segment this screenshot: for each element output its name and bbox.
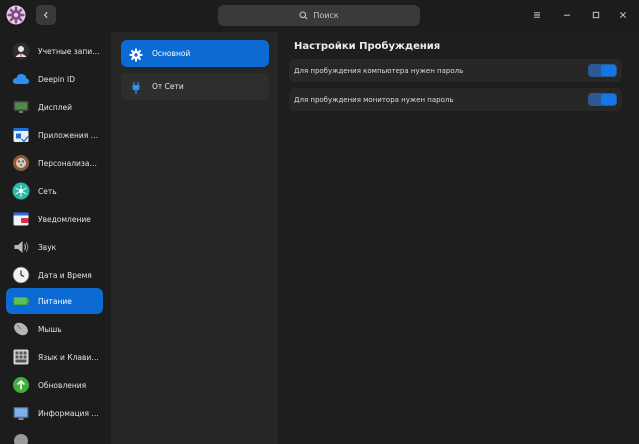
sidebar-item-updates[interactable]: Обновления [6, 372, 103, 398]
section-title: Настройки Пробуждения [294, 41, 441, 52]
cloud-icon [12, 70, 30, 88]
subnav-panel: Основной От Сети [111, 32, 278, 444]
sidebar-item-accounts[interactable]: Учетные записи [6, 38, 103, 64]
sidebar: Учетные записи Deepin ID Дисплей Приложе… [0, 36, 110, 444]
sidebar-item-sound[interactable]: Звук [6, 234, 103, 260]
keyboard-icon [12, 348, 30, 366]
chevron-left-icon [43, 11, 48, 19]
sidebar-item-display[interactable]: Дисплей [6, 94, 103, 120]
titlebar: Поиск [0, 0, 639, 32]
user-accounts-icon [12, 42, 30, 60]
sidebar-item-date-time[interactable]: Дата и Время [6, 262, 103, 288]
toggle-knob [601, 94, 616, 105]
close-button[interactable] [614, 6, 632, 24]
content-panel: Настройки Пробуждения Для пробуждения ко… [279, 32, 639, 444]
sidebar-item-partial[interactable] [6, 428, 103, 444]
speaker-icon [12, 238, 30, 256]
sidebar-item-keyboard-language[interactable]: Язык и Клавиатура [6, 344, 103, 370]
search-placeholder: Поиск [313, 11, 339, 20]
network-icon [12, 182, 30, 200]
back-button[interactable] [36, 5, 56, 25]
setting-row-monitor-wakeup-password: Для пробуждения монитора нужен пароль [289, 88, 622, 111]
setting-label: Для пробуждения монитора нужен пароль [294, 95, 454, 104]
maximize-icon [592, 11, 600, 19]
monitor-wakeup-password-toggle[interactable] [588, 93, 617, 106]
menu-button[interactable] [528, 6, 546, 24]
subnav-item-general[interactable]: Основной [121, 40, 269, 67]
sidebar-item-power[interactable]: Питание [6, 288, 103, 314]
sidebar-item-mouse[interactable]: Мышь [6, 316, 103, 342]
clock-icon [12, 266, 30, 284]
update-icon [12, 376, 30, 394]
search-icon [299, 11, 308, 20]
more-icon [12, 432, 30, 444]
notification-icon [12, 210, 30, 228]
gear-icon [129, 47, 143, 61]
subnav-item-plugged-in[interactable]: От Сети [121, 73, 269, 100]
maximize-button[interactable] [587, 6, 605, 24]
setting-label: Для пробуждения компьютера нужен пароль [294, 66, 464, 75]
computer-wakeup-password-toggle[interactable] [588, 64, 617, 77]
control-center-app-icon [5, 4, 27, 26]
sidebar-item-deepin-id[interactable]: Deepin ID [6, 66, 103, 92]
sidebar-item-default-apps[interactable]: Приложения по умолчанию [6, 122, 103, 148]
plug-icon [129, 80, 143, 94]
system-info-icon [12, 404, 30, 422]
minimize-icon [564, 14, 570, 16]
menu-icon [534, 12, 540, 18]
sidebar-item-system-info[interactable]: Информация о системе [6, 400, 103, 426]
control-center-window: Поиск Учетные записи Deepin ID Дисплей П… [0, 0, 639, 444]
personalization-icon [12, 154, 30, 172]
display-icon [12, 98, 30, 116]
sidebar-item-personalization[interactable]: Персонализация [6, 150, 103, 176]
default-apps-icon [12, 126, 30, 144]
setting-row-computer-wakeup-password: Для пробуждения компьютера нужен пароль [289, 59, 622, 82]
sidebar-item-network[interactable]: Сеть [6, 178, 103, 204]
minimize-button[interactable] [558, 6, 576, 24]
close-icon [619, 11, 627, 19]
toggle-knob [601, 65, 616, 76]
mouse-icon [12, 320, 30, 338]
battery-icon [12, 292, 30, 310]
search-input[interactable]: Поиск [218, 5, 420, 26]
sidebar-item-notification[interactable]: Уведомление [6, 206, 103, 232]
